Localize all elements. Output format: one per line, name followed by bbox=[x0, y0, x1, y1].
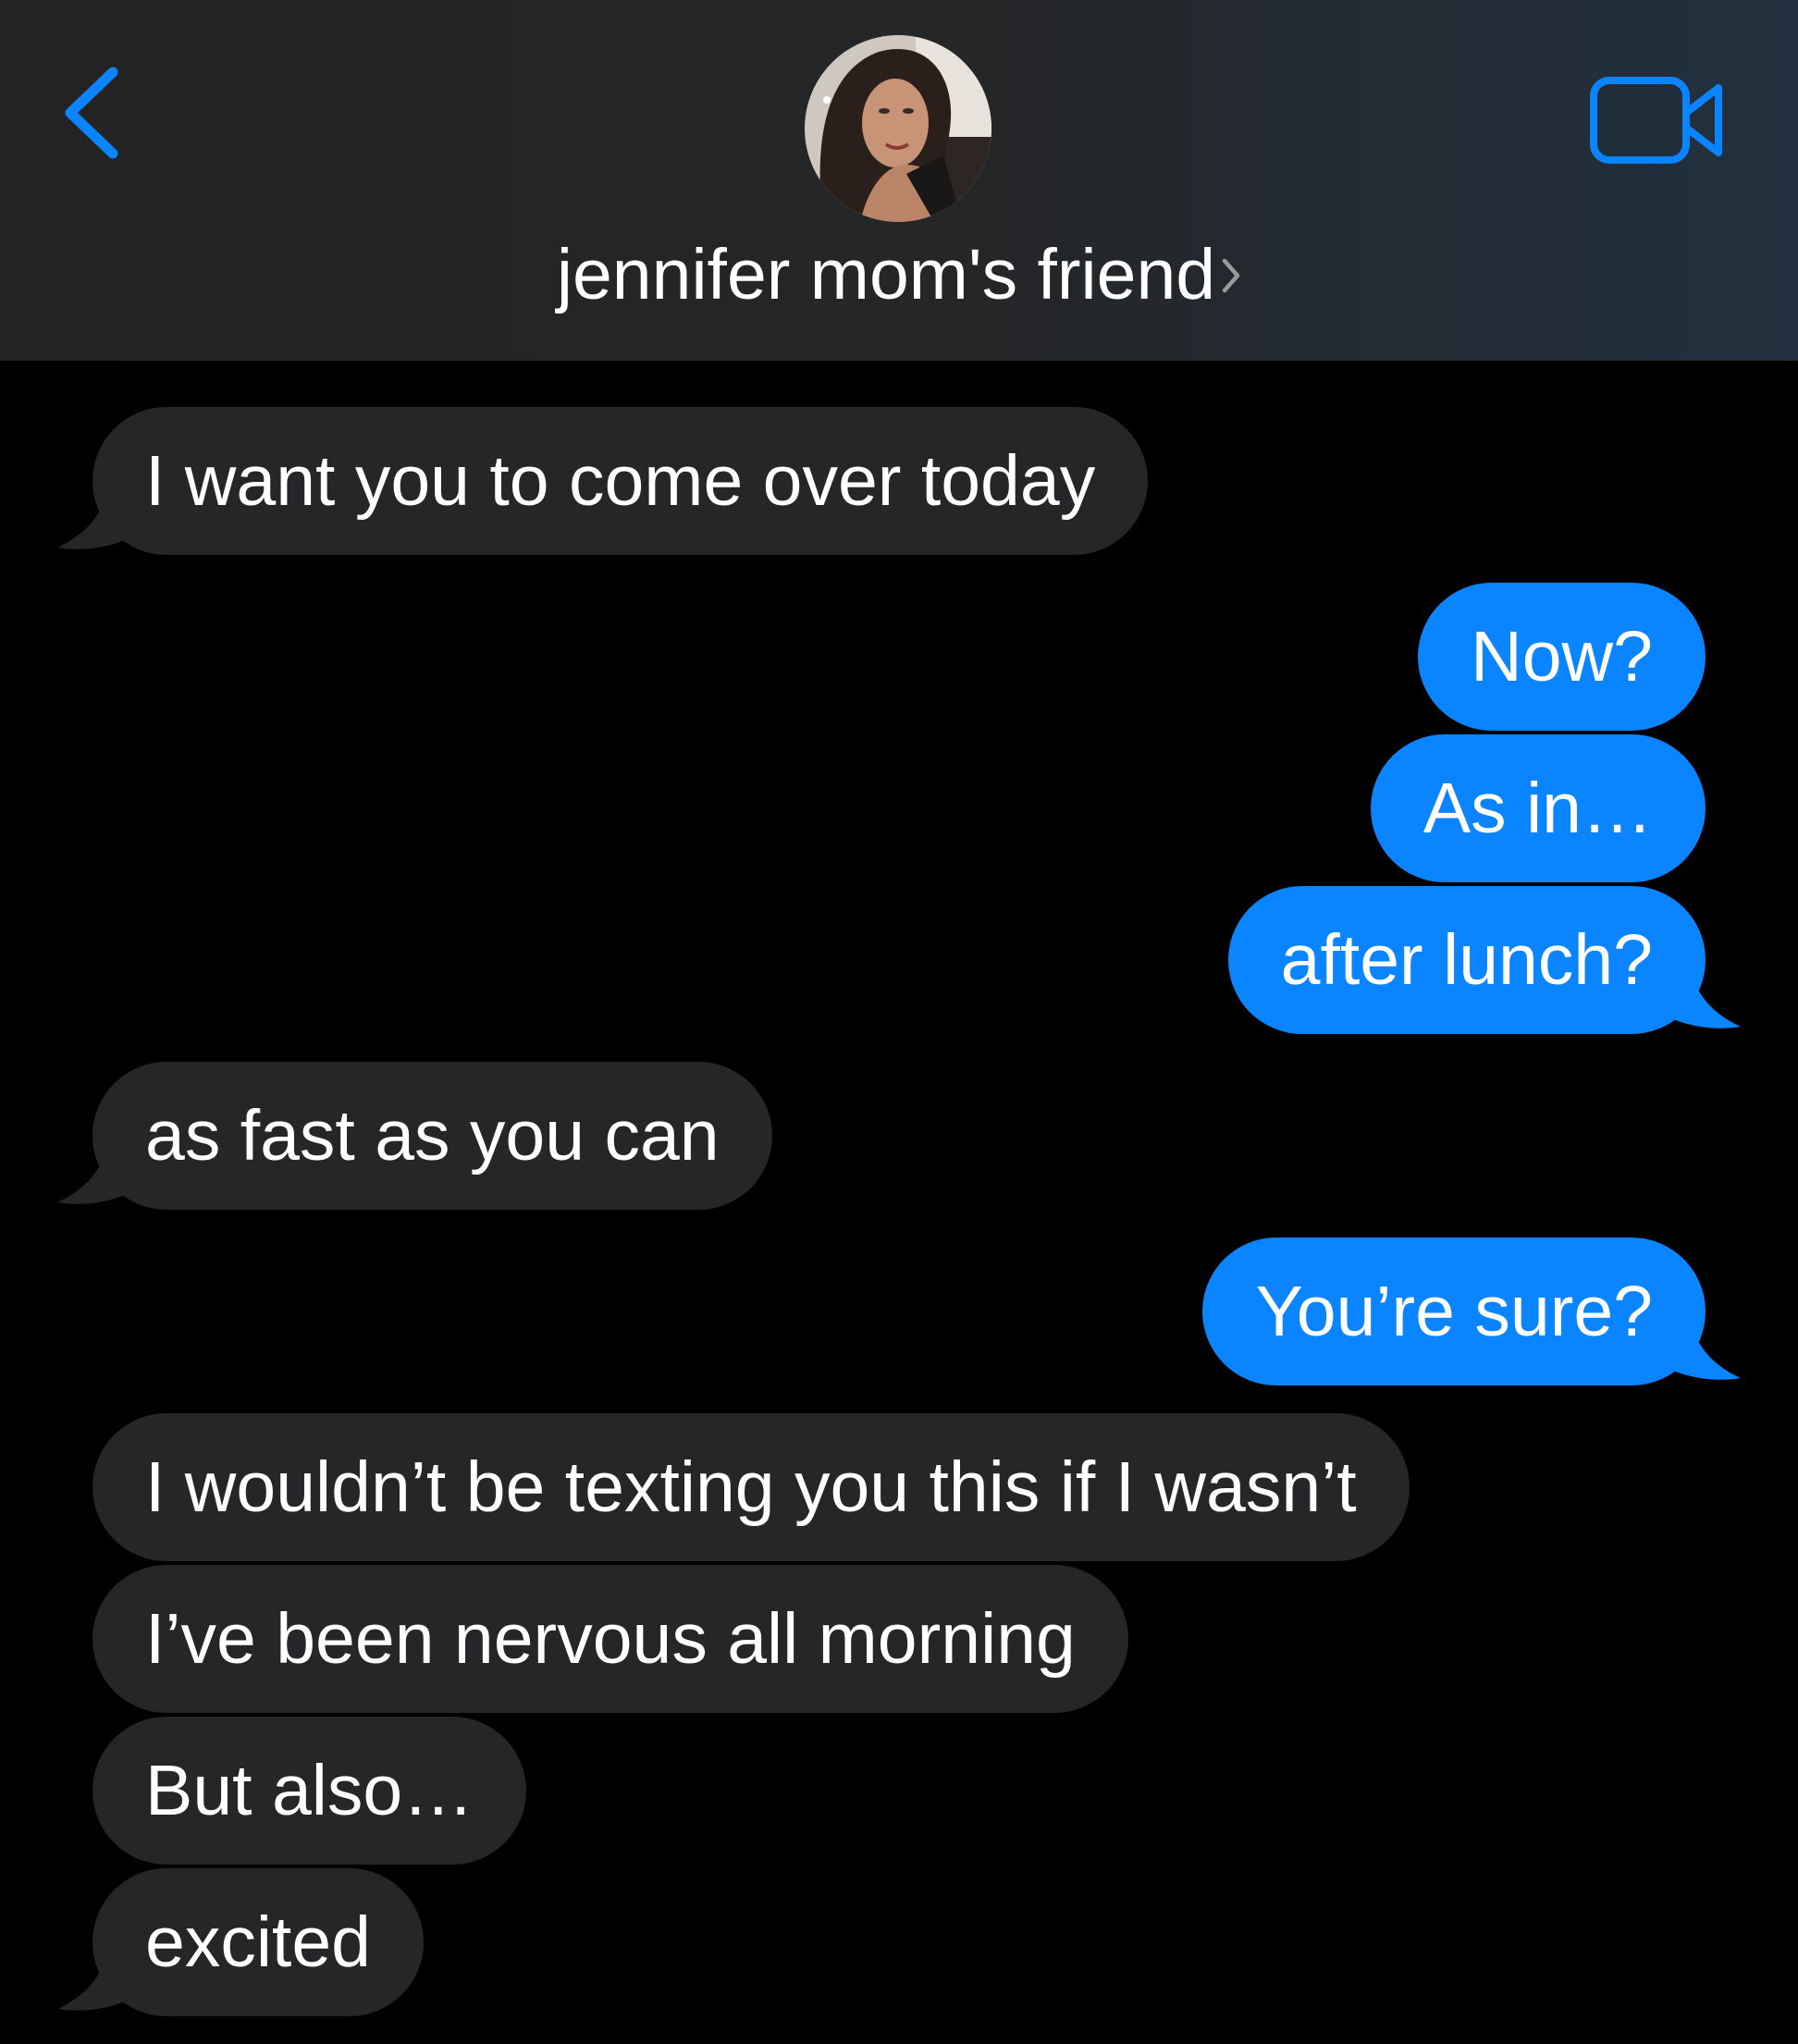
message-text: As in… bbox=[1422, 769, 1653, 848]
message-text: I wouldn’t be texting you this if I wasn… bbox=[145, 1447, 1357, 1527]
message-incoming[interactable]: I wouldn’t be texting you this if I wasn… bbox=[92, 1413, 1410, 1561]
message-incoming[interactable]: excited bbox=[92, 1868, 424, 2016]
message-outgoing[interactable]: after lunch? bbox=[1227, 886, 1706, 1034]
message-text: after lunch? bbox=[1280, 920, 1653, 1000]
message-text: You’re sure? bbox=[1255, 1272, 1653, 1351]
contact-photo bbox=[805, 35, 991, 222]
video-camera-icon bbox=[1590, 77, 1722, 164]
contact-name: jennifer mom's friend bbox=[556, 235, 1216, 314]
message-text: I’ve been nervous all morning bbox=[145, 1599, 1076, 1679]
message-incoming[interactable]: I want you to come over today bbox=[92, 407, 1149, 555]
message-text: as fast as you can bbox=[145, 1096, 720, 1176]
message-text: Now? bbox=[1471, 617, 1653, 696]
message-outgoing[interactable]: You’re sure? bbox=[1202, 1237, 1706, 1385]
contact-avatar[interactable] bbox=[805, 35, 991, 222]
message-text: excited bbox=[145, 1902, 371, 1982]
chevron-left-icon bbox=[65, 67, 118, 159]
message-incoming[interactable]: I’ve been nervous all morning bbox=[92, 1565, 1128, 1713]
message-outgoing[interactable]: As in… bbox=[1370, 734, 1706, 882]
back-button[interactable] bbox=[54, 57, 137, 168]
message-outgoing[interactable]: Now? bbox=[1418, 583, 1706, 731]
video-call-button[interactable] bbox=[1589, 74, 1728, 166]
message-text: I want you to come over today bbox=[145, 441, 1096, 521]
contact-name-button[interactable]: jennifer mom's friend bbox=[0, 233, 1798, 316]
message-incoming[interactable]: as fast as you can bbox=[92, 1062, 772, 1210]
message-incoming[interactable]: But also… bbox=[92, 1717, 527, 1865]
chevron-right-icon bbox=[1222, 258, 1240, 292]
conversation-header: jennifer mom's friend bbox=[0, 0, 1798, 361]
message-text: But also… bbox=[145, 1751, 474, 1830]
